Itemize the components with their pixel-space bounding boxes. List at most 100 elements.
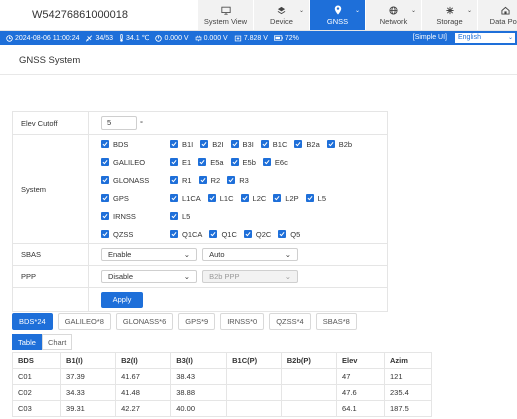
checkbox[interactable] bbox=[170, 140, 178, 148]
check-icon bbox=[274, 196, 280, 201]
signal-checkbox-e1[interactable]: E1 bbox=[170, 158, 191, 167]
signal-checkbox-r3[interactable]: R3 bbox=[227, 176, 249, 185]
checkbox[interactable] bbox=[273, 194, 282, 202]
system-checkbox-galileo[interactable]: GALILEO bbox=[101, 158, 163, 167]
column-header: Elev bbox=[336, 352, 385, 369]
checkbox[interactable] bbox=[294, 140, 303, 148]
chevron-down-icon: ⌄ bbox=[507, 35, 513, 41]
checkbox[interactable] bbox=[240, 194, 249, 202]
elev-cutoff-input[interactable]: 5 bbox=[101, 116, 137, 130]
table-cell: 38.43 bbox=[170, 368, 228, 385]
checkbox[interactable] bbox=[200, 140, 209, 148]
signal-checkbox-l5[interactable]: L5 bbox=[170, 212, 190, 221]
checkbox[interactable] bbox=[227, 176, 236, 184]
system-checkbox-glonass[interactable]: GLONASS bbox=[101, 176, 163, 185]
signal-checkbox-q1ca[interactable]: Q1CA bbox=[170, 230, 202, 239]
constellation-tab[interactable]: SBAS*8 bbox=[315, 313, 357, 330]
system-checkbox-irnss[interactable]: IRNSS bbox=[101, 212, 163, 221]
checkbox[interactable] bbox=[101, 194, 109, 202]
checkbox[interactable] bbox=[170, 176, 178, 184]
signal-checkbox-b1c[interactable]: B1C bbox=[260, 140, 287, 149]
signal-checkbox-l5[interactable]: L5 bbox=[305, 194, 326, 203]
table-cell: 41.67 bbox=[115, 368, 172, 385]
checkbox[interactable] bbox=[230, 158, 239, 166]
checkbox[interactable] bbox=[170, 230, 178, 238]
checkbox[interactable] bbox=[170, 212, 178, 220]
checkbox[interactable] bbox=[101, 230, 109, 238]
sbas-mode-select[interactable]: Auto ⌄ bbox=[202, 248, 299, 261]
checkbox[interactable] bbox=[170, 194, 178, 202]
signal-checkbox-b2b[interactable]: B2b bbox=[326, 140, 352, 149]
checkbox[interactable] bbox=[260, 140, 269, 148]
check-icon bbox=[102, 232, 108, 237]
nav-gnss[interactable]: GNSS ⌄ bbox=[310, 0, 365, 30]
system-checkbox-bds[interactable]: BDS bbox=[101, 140, 163, 149]
status-datetime: 2024-08-06 11:00:24 bbox=[6, 35, 79, 42]
table-row: C01 37.39 41.67 38.43 47 121 bbox=[11, 368, 433, 385]
signal-checkbox-b2a[interactable]: B2a bbox=[294, 140, 320, 149]
table-cell bbox=[226, 384, 282, 401]
checkbox[interactable] bbox=[101, 212, 109, 220]
nav-device[interactable]: Device ⌄ bbox=[254, 0, 309, 30]
checkbox[interactable] bbox=[198, 158, 207, 166]
language-select[interactable]: English ⌄ bbox=[455, 33, 515, 43]
checkbox[interactable] bbox=[101, 158, 109, 166]
table-cell: 121 bbox=[383, 368, 433, 385]
nav-network[interactable]: Network ⌄ bbox=[366, 0, 421, 30]
checkbox[interactable] bbox=[230, 140, 239, 148]
sbas-select[interactable]: Enable ⌄ bbox=[101, 248, 197, 261]
simple-ui-link[interactable]: [Simple UI] bbox=[413, 34, 447, 41]
signal-checkbox-r1[interactable]: R1 bbox=[170, 176, 192, 185]
system-row-gps: GPS L1CA L1C L2C L2P L5 bbox=[101, 189, 387, 207]
checkbox[interactable] bbox=[278, 230, 287, 238]
device-id: W54276861000018 bbox=[32, 9, 129, 21]
signal-checkbox-e5a[interactable]: E5a bbox=[198, 158, 224, 167]
constellation-tab[interactable]: GALILEO*8 bbox=[57, 313, 111, 330]
column-header: B2(I) bbox=[115, 352, 172, 369]
signal-checkbox-q1c[interactable]: Q1C bbox=[209, 230, 237, 239]
system-checkbox-qzss[interactable]: QZSS bbox=[101, 230, 163, 239]
signal-checkbox-r2[interactable]: R2 bbox=[198, 176, 220, 185]
table-cell: 34.33 bbox=[60, 384, 117, 401]
signal-checkbox-b3i[interactable]: B3I bbox=[230, 140, 254, 149]
checkbox[interactable] bbox=[209, 230, 218, 238]
constellation-tab[interactable]: QZSS*4 bbox=[269, 313, 311, 330]
constellation-tab[interactable]: BDS*24 bbox=[12, 313, 53, 330]
table-cell: 40.00 bbox=[170, 400, 228, 417]
checkbox[interactable] bbox=[198, 176, 207, 184]
nav-storage[interactable]: Storage ⌄ bbox=[422, 0, 477, 30]
check-icon bbox=[279, 232, 285, 237]
nav-system-view[interactable]: System View bbox=[198, 0, 253, 30]
constellation-tab[interactable]: IRNSS*0 bbox=[220, 313, 265, 330]
signal-checkbox-l1ca[interactable]: L1CA bbox=[170, 194, 201, 203]
signal-checkbox-e5b[interactable]: E5b bbox=[230, 158, 256, 167]
monitor-icon bbox=[220, 5, 231, 16]
chevron-down-icon: ⌄ bbox=[466, 8, 472, 14]
signal-checkbox-q5[interactable]: Q5 bbox=[278, 230, 300, 239]
table-cell: 41.48 bbox=[115, 384, 172, 401]
view-tab-chart[interactable]: Chart bbox=[41, 334, 73, 350]
constellation-tab[interactable]: GPS*9 bbox=[178, 313, 216, 330]
view-tab-table[interactable]: Table bbox=[12, 334, 42, 350]
apply-button[interactable]: Apply bbox=[101, 291, 143, 308]
checkbox[interactable] bbox=[101, 140, 109, 148]
checkbox[interactable] bbox=[170, 158, 178, 166]
nav-data-port[interactable]: Data Port bbox=[478, 0, 517, 30]
signal-checkbox-l2p[interactable]: L2P bbox=[273, 194, 299, 203]
ppp-select[interactable]: Disable ⌄ bbox=[101, 270, 197, 283]
checkbox[interactable] bbox=[101, 176, 109, 184]
signal-checkbox-q2c[interactable]: Q2C bbox=[243, 230, 271, 239]
signal-checkbox-l2c[interactable]: L2C bbox=[240, 194, 266, 203]
check-icon bbox=[102, 142, 108, 147]
system-checkbox-gps[interactable]: GPS bbox=[101, 194, 163, 203]
signal-checkbox-b2i[interactable]: B2I bbox=[200, 140, 224, 149]
signal-checkbox-e6c[interactable]: E6c bbox=[262, 158, 288, 167]
constellation-tab[interactable]: GLONASS*6 bbox=[115, 313, 174, 330]
signal-checkbox-b1i[interactable]: B1I bbox=[170, 140, 193, 149]
checkbox[interactable] bbox=[262, 158, 271, 166]
signal-checkbox-l1c[interactable]: L1C bbox=[207, 194, 234, 203]
checkbox[interactable] bbox=[207, 194, 216, 202]
checkbox[interactable] bbox=[305, 194, 314, 202]
checkbox[interactable] bbox=[243, 230, 252, 238]
checkbox[interactable] bbox=[326, 140, 335, 148]
